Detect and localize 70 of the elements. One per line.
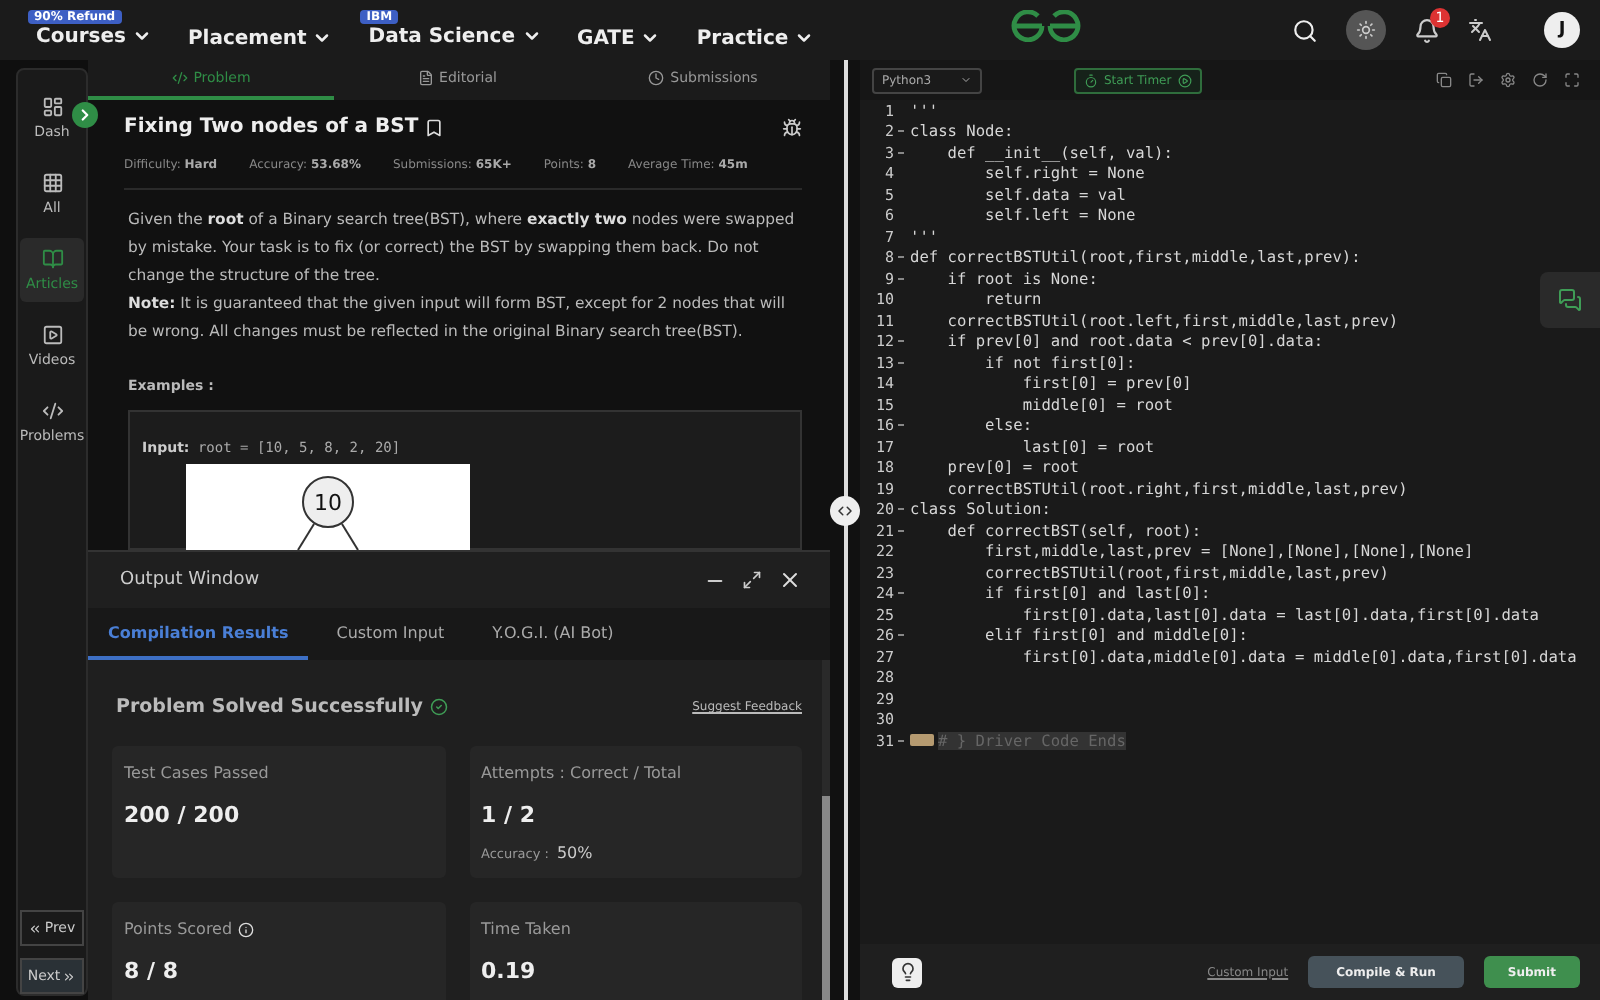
theme-toggle-button[interactable]: [1346, 10, 1386, 50]
copy-icon[interactable]: [1436, 72, 1452, 88]
card-label: Test Cases Passed: [124, 764, 269, 782]
output-tab[interactable]: Compilation Results: [88, 608, 309, 660]
dashboard-icon: [41, 96, 63, 118]
problem-title: Fixing Two nodes of a BST: [124, 116, 419, 138]
card-label: Attempts : Correct / Total: [481, 764, 682, 782]
double-chevron-right-icon: [62, 969, 77, 983]
search-icon[interactable]: [1292, 17, 1318, 43]
card-label: Points Scored: [124, 920, 233, 938]
play-icon: [41, 324, 63, 346]
code-icon: [171, 70, 188, 86]
grid-icon: [41, 172, 63, 194]
sun-icon: [1356, 20, 1376, 40]
tree-node-drawing: 10: [294, 468, 362, 550]
settings-icon[interactable]: [1500, 72, 1516, 88]
hint-button[interactable]: [892, 957, 922, 987]
lightbulb-icon: [897, 962, 917, 982]
output-window-title: Output Window: [120, 570, 260, 590]
expand-icon[interactable]: [742, 570, 762, 590]
fullscreen-icon[interactable]: [1564, 72, 1580, 88]
translate-icon[interactable]: [1468, 18, 1492, 42]
card-value: 200 / 200: [124, 802, 242, 828]
chevron-down-icon: [794, 28, 815, 48]
fold-widget-icon[interactable]: [910, 734, 934, 747]
card-sub-value: 50%: [556, 844, 593, 862]
double-chevron-left-icon: [28, 921, 43, 935]
output-tab[interactable]: Custom Input: [316, 608, 465, 660]
chat-icon: [1558, 288, 1582, 312]
chat-button[interactable]: [1540, 272, 1600, 328]
fold-marker[interactable]: [897, 361, 903, 364]
document-icon: [417, 70, 434, 86]
bug-icon[interactable]: [782, 117, 802, 137]
chevron-right-icon: [76, 106, 94, 124]
info-icon[interactable]: [238, 921, 255, 937]
resize-handle[interactable]: [830, 496, 860, 526]
card-value: 0.19: [481, 958, 538, 984]
check-circle-icon: [430, 698, 449, 716]
card-value: 1 / 2: [481, 802, 537, 828]
nav-menu-item[interactable]: Practice: [696, 11, 815, 49]
fold-marker[interactable]: [897, 277, 903, 280]
book-icon: [41, 248, 63, 270]
result-status: Problem Solved Successfully: [116, 696, 423, 718]
chevrons-left-right-icon: [836, 502, 854, 520]
fold-marker[interactable]: [897, 529, 903, 532]
reset-icon[interactable]: [1532, 72, 1548, 88]
bell-icon[interactable]: [1414, 17, 1440, 43]
card-label: Time Taken: [481, 920, 571, 938]
card-value: 8 / 8: [124, 958, 180, 984]
fold-marker[interactable]: [897, 151, 903, 154]
play-circle-icon: [1177, 73, 1192, 87]
fold-marker[interactable]: [897, 739, 903, 742]
nav-menu-item[interactable]: GATE: [577, 11, 661, 49]
exit-icon[interactable]: [1468, 72, 1484, 88]
chevron-down-icon: [312, 28, 333, 48]
scrollbar[interactable]: [822, 660, 830, 1000]
clock-icon: [648, 70, 665, 86]
chevron-down-icon: [640, 28, 661, 48]
output-tab[interactable]: Y.O.G.I. (AI Bot): [472, 608, 634, 660]
user-avatar[interactable]: J: [1544, 12, 1580, 48]
bookmark-icon[interactable]: [424, 117, 445, 137]
chevron-down-icon: [131, 26, 152, 46]
code-icon: [41, 400, 63, 422]
expand-button[interactable]: [72, 102, 98, 128]
logo-icon[interactable]: [1010, 10, 1083, 42]
close-icon[interactable]: [778, 568, 802, 592]
timer-icon: [1084, 73, 1098, 87]
chevron-down-icon: [521, 26, 542, 46]
caret-icon: [960, 74, 972, 86]
nav-menu-item[interactable]: Placement: [187, 11, 333, 49]
